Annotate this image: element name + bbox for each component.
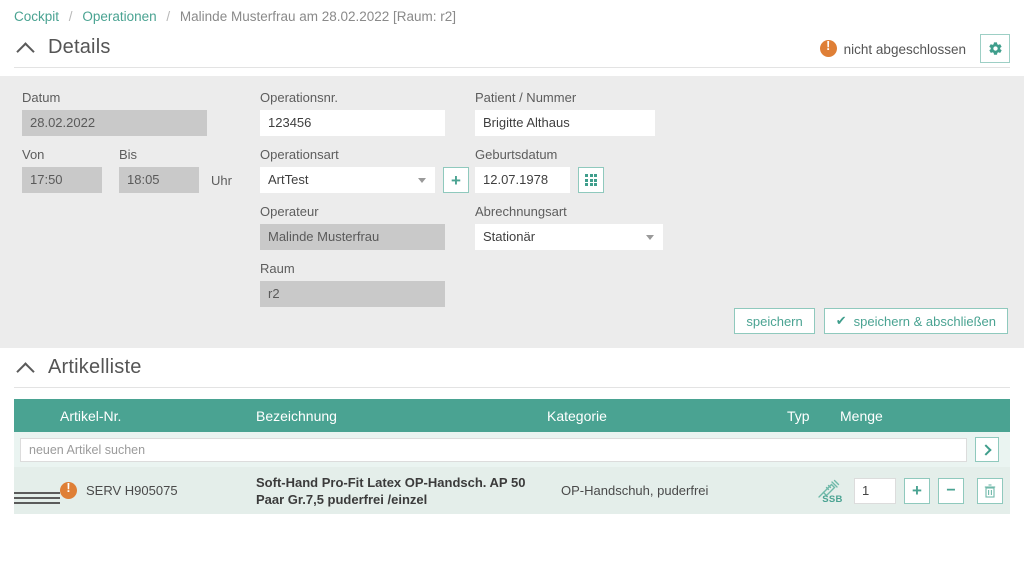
add-operationsart-button[interactable]: +: [443, 167, 469, 193]
cell-typ: SSB: [801, 477, 854, 505]
status-label: nicht abgeschlossen: [843, 42, 966, 57]
increase-quantity-button[interactable]: +: [904, 477, 930, 504]
search-submit-button[interactable]: [975, 437, 999, 462]
datum-label: Datum: [22, 90, 61, 105]
alert-circle-icon: [60, 481, 77, 499]
cell-artikel-nr: SERV H905075: [60, 481, 256, 499]
column-header-typ: Typ: [787, 407, 810, 424]
details-section-header: Details nicht abgeschlossen: [0, 26, 1024, 67]
operationsnr-label: Operationsnr.: [260, 90, 339, 105]
operateur-field: Malinde Musterfrau: [260, 224, 445, 250]
cell-bezeichnung: Soft-Hand Pro-Fit Latex OP-Handsch. AP 5…: [256, 474, 526, 507]
save-button-label: speichern: [746, 313, 803, 329]
von-field: 17:50: [22, 167, 102, 193]
column-header-menge: Menge: [840, 407, 883, 424]
gear-icon: [988, 42, 1002, 55]
check-icon: ✔: [835, 313, 847, 328]
delete-row-button[interactable]: [977, 477, 1003, 504]
details-column-middle: Operationsnr. 123456 Operationsart ArtTe…: [260, 90, 475, 307]
time-fields-row: 17:50 18:05 Uhr: [22, 167, 260, 193]
cell-kategorie: OP-Handschuh, puderfrei: [561, 483, 709, 498]
chevron-up-icon[interactable]: [16, 357, 38, 379]
calendar-icon: [584, 173, 598, 187]
abrechnungsart-label: Abrechnungsart: [475, 204, 567, 219]
save-and-complete-button[interactable]: ✔ speichern & abschließen: [823, 308, 1008, 334]
patient-input[interactable]: Brigitte Althaus: [475, 110, 655, 136]
abrechnungsart-select[interactable]: Stationär: [475, 224, 663, 250]
breadcrumb-item-cockpit[interactable]: Cockpit: [14, 9, 59, 24]
column-header-kategorie: Kategorie: [547, 407, 607, 424]
column-header-bezeichnung: Bezeichnung: [256, 407, 337, 424]
search-input[interactable]: [20, 437, 967, 462]
operationsart-value: ArtTest: [260, 167, 435, 193]
plus-icon: +: [451, 170, 461, 190]
column-header-artikel-nr: Artikel-Nr.: [60, 407, 122, 424]
typ-label: SSB: [822, 493, 843, 505]
geburtsdatum-row: 12.07.1978: [475, 167, 695, 193]
table-row[interactable]: SERV H905075 Soft-Hand Pro-Fit Latex OP-…: [14, 467, 1010, 514]
alert-circle-icon: [819, 39, 837, 57]
save-button[interactable]: speichern: [734, 308, 815, 334]
breadcrumb-item-operationen[interactable]: Operationen: [82, 9, 156, 24]
trash-icon: [984, 483, 996, 498]
details-header-actions: nicht abgeschlossen: [819, 34, 1010, 63]
settings-button[interactable]: [980, 34, 1010, 63]
articles-title: Artikelliste: [48, 356, 142, 378]
operationsart-row: ArtTest +: [260, 167, 475, 193]
geburtsdatum-label: Geburtsdatum: [475, 147, 558, 162]
calendar-button[interactable]: [578, 167, 604, 193]
von-label: Von: [22, 147, 45, 162]
details-title: Details: [48, 36, 111, 58]
decrease-quantity-button[interactable]: −: [938, 477, 964, 504]
chevron-right-icon: [980, 443, 992, 456]
time-labels-row: Von Bis: [22, 147, 260, 162]
drag-handle-icon: [14, 492, 60, 504]
row-drag-handle[interactable]: [14, 477, 60, 504]
bis-field: 18:05: [119, 167, 199, 193]
articles-divider: [14, 387, 1010, 388]
details-column-right: Patient / Nummer Brigitte Althaus Geburt…: [475, 90, 695, 307]
details-panel: Datum 28.02.2022 Von Bis 17:50 18:05 Uhr…: [0, 76, 1024, 348]
articles-table: Artikel-Nr. Bezeichnung Kategorie Typ Me…: [0, 399, 1024, 514]
cell-menge: + −: [854, 477, 1010, 504]
breadcrumb-separator: /: [166, 9, 171, 24]
operationsnr-input[interactable]: 123456: [260, 110, 445, 136]
breadcrumb-item-current: Malinde Musterfrau am 28.02.2022 [Raum: …: [179, 9, 457, 24]
article-search-row: [14, 432, 1010, 467]
details-column-left: Datum 28.02.2022 Von Bis 17:50 18:05 Uhr: [22, 90, 260, 307]
chevron-up-icon[interactable]: [16, 37, 38, 59]
save-and-complete-label: speichern & abschließen: [853, 313, 996, 329]
breadcrumb: Cockpit / Operationen / Malinde Musterfr…: [0, 0, 1024, 26]
operationsart-label: Operationsart: [260, 147, 339, 162]
bis-label: Bis: [119, 147, 138, 162]
breadcrumb-separator: /: [68, 9, 73, 24]
datum-field: 28.02.2022: [22, 110, 207, 136]
artikel-nr-value: SERV H905075: [86, 483, 178, 498]
details-action-buttons: speichern ✔ speichern & abschließen: [725, 308, 1008, 334]
uhr-label: Uhr: [211, 172, 232, 188]
operationsart-select[interactable]: ArtTest: [260, 167, 435, 193]
articles-section-header: Artikelliste: [0, 348, 1024, 387]
plus-icon: +: [912, 481, 922, 500]
patient-label: Patient / Nummer: [475, 90, 577, 105]
raum-field: r2: [260, 281, 445, 307]
status-badge: nicht abgeschlossen: [819, 39, 966, 57]
details-divider: [14, 67, 1010, 68]
minus-icon: −: [946, 481, 956, 499]
operateur-label: Operateur: [260, 204, 319, 219]
geburtsdatum-input[interactable]: 12.07.1978: [475, 167, 570, 193]
quantity-input[interactable]: [854, 477, 896, 504]
articles-table-header: Artikel-Nr. Bezeichnung Kategorie Typ Me…: [14, 399, 1010, 432]
abrechnungsart-value: Stationär: [475, 224, 663, 250]
raum-label: Raum: [260, 261, 295, 276]
